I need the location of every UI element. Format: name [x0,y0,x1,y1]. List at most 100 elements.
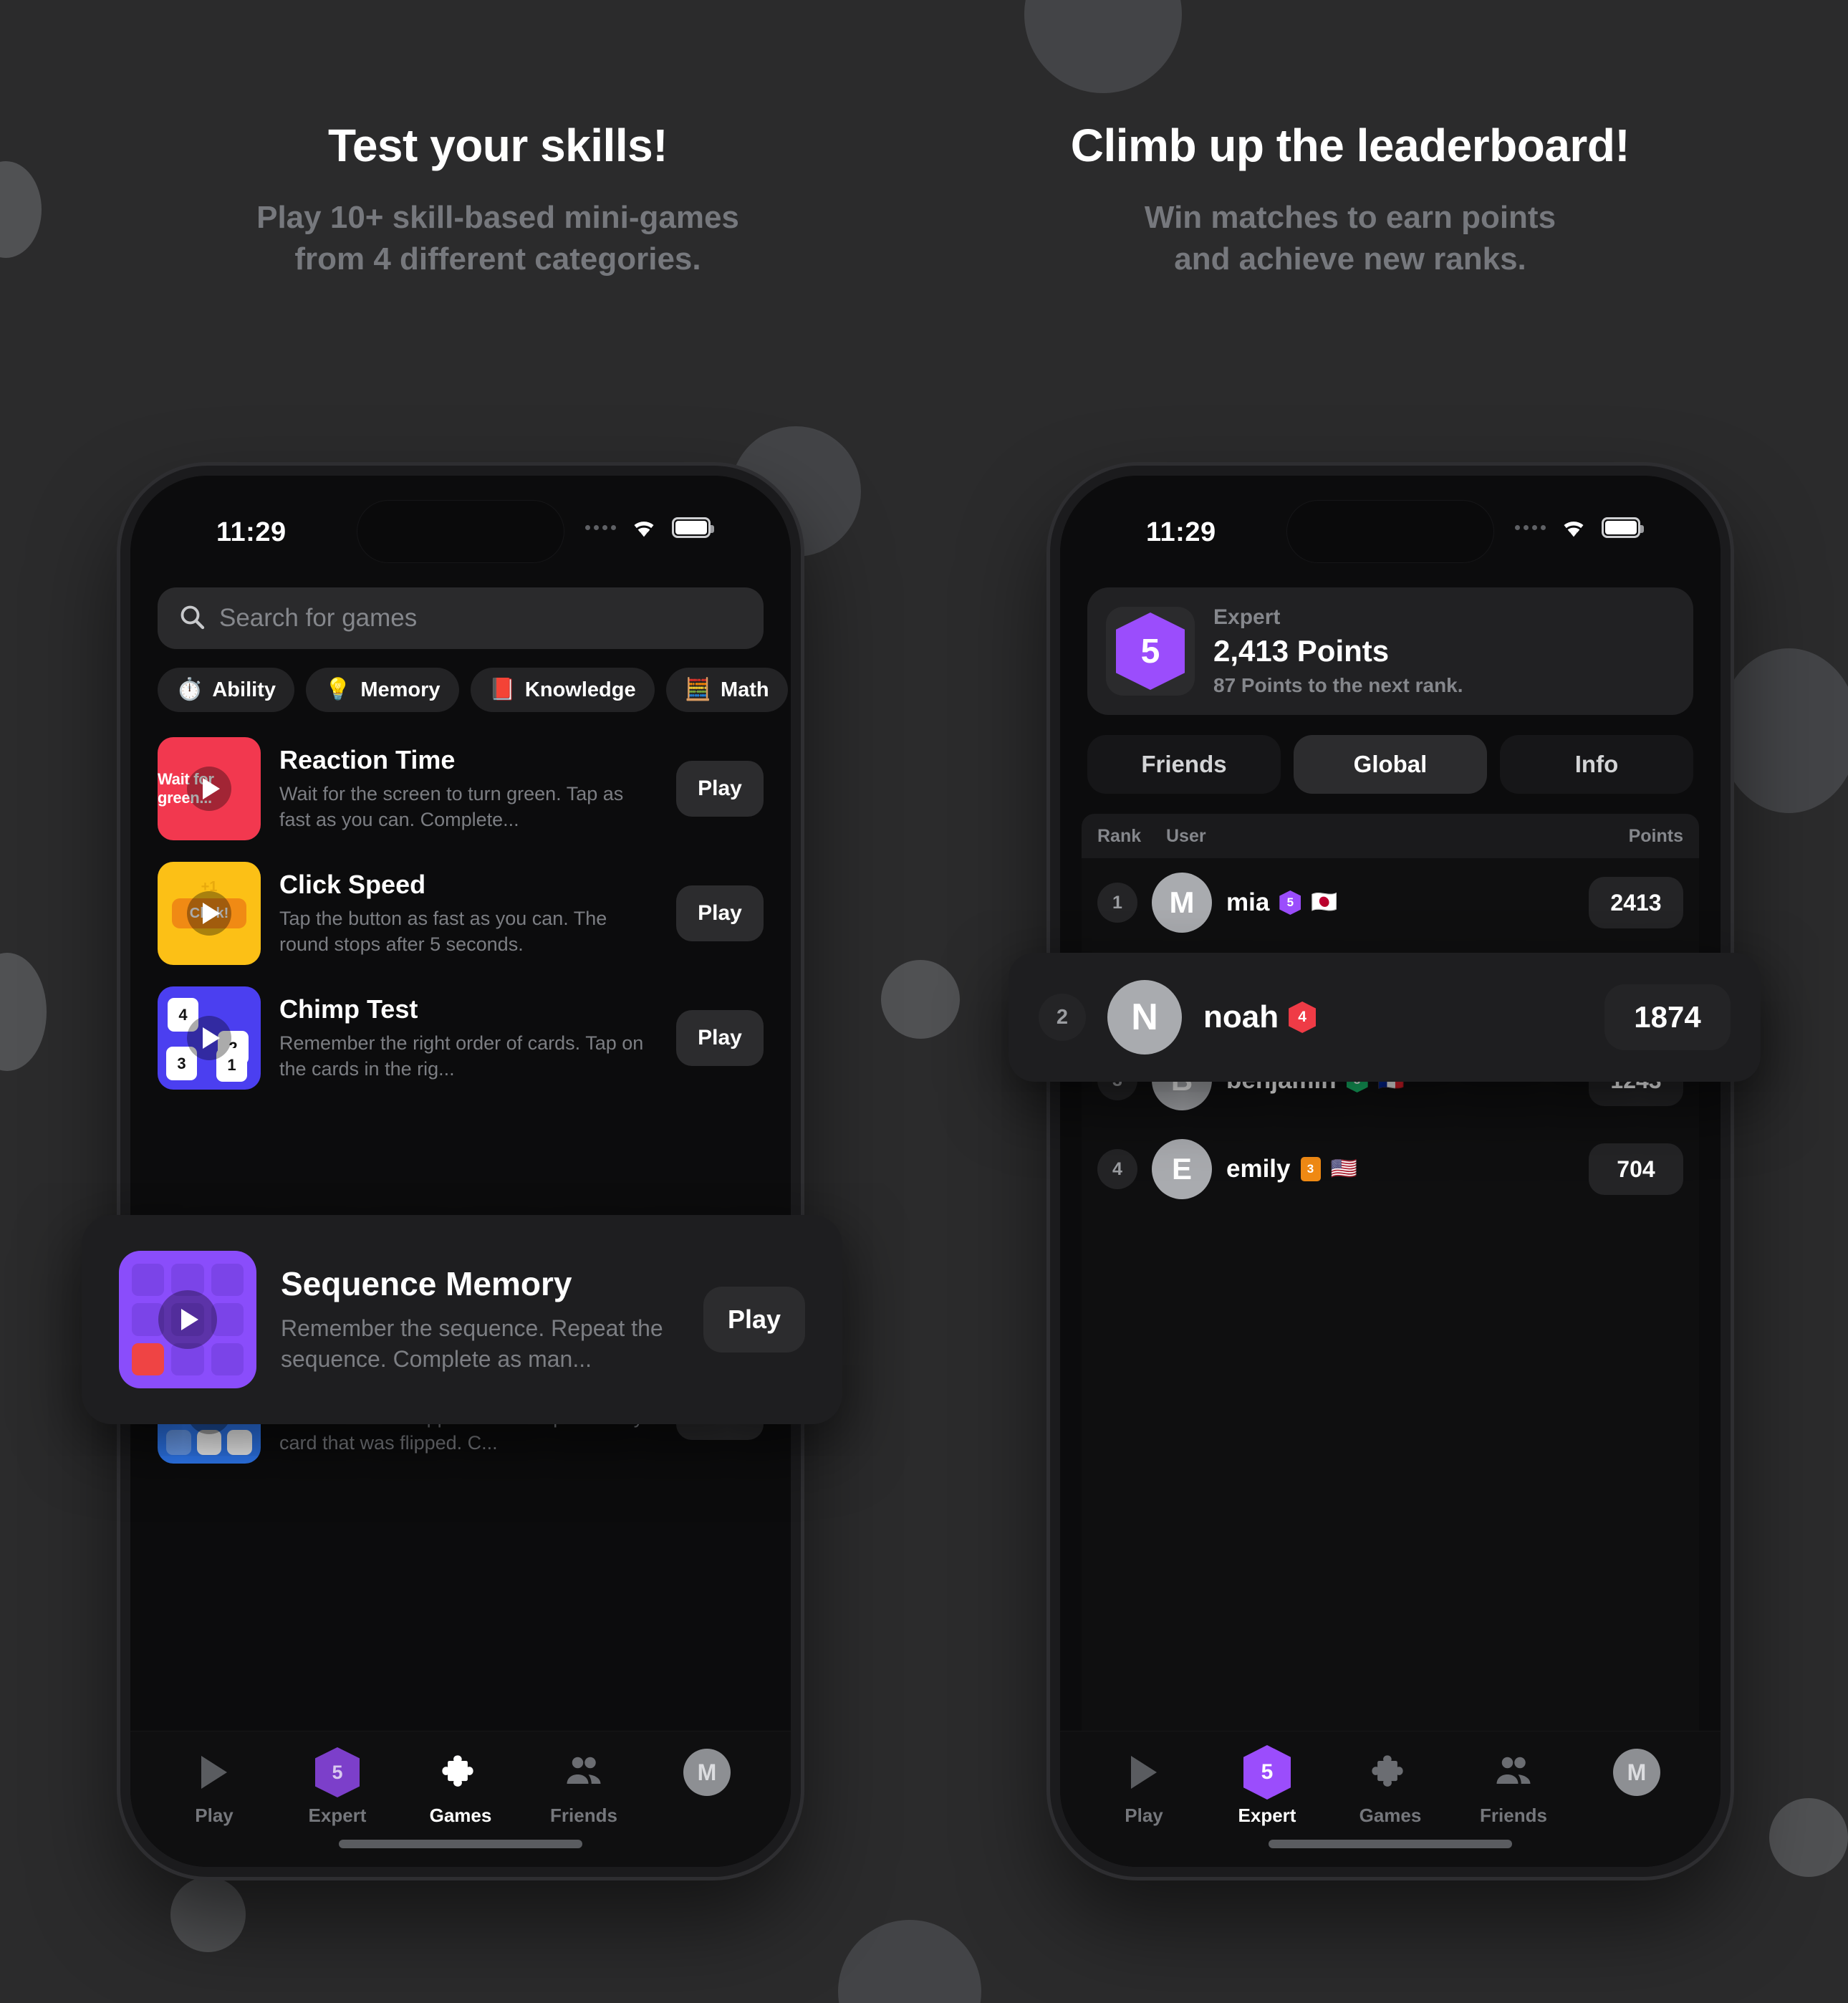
tab-info-scope[interactable]: Info [1500,735,1693,794]
row-rank: 1 [1097,883,1137,923]
tab-label: Expert [1238,1805,1296,1826]
games-screen: 11:29 Search for games ⏱️ Ability 💡 Memo… [130,476,791,1867]
tab-games[interactable]: Games [401,1750,520,1827]
category-chip-label: Memory [360,678,441,701]
play-triangle-icon [201,1750,227,1795]
search-placeholder: Search for games [219,604,418,632]
leaderboard-scope-tabs[interactable]: Friends Global Info [1060,715,1721,810]
category-chip-math[interactable]: 🧮 Math [665,668,788,712]
lightbulb-icon: 💡 [324,678,352,701]
bottom-tab-bar[interactable]: Play 5 Expert Games Friends M [130,1731,791,1867]
right-panel-heading-group: Climb up the leaderboard! Win matches to… [924,121,1776,280]
leaderboard-table-header: Rank User Points [1082,814,1699,858]
play-button[interactable]: Play [676,1010,764,1066]
column-header-rank: Rank [1097,825,1142,846]
search-input[interactable]: Search for games [158,587,764,649]
row-rank: 2 [1039,994,1086,1041]
left-panel-heading-group: Test your skills! Play 10+ skill-based m… [72,120,924,280]
rank-card[interactable]: 5 Expert 2,413 Points 87 Points to the n… [1087,587,1693,715]
rank-gem-number: 5 [1286,895,1294,909]
puzzle-piece-icon [440,1750,481,1795]
signal-dots-icon [1515,524,1546,530]
avatar: E [1152,1139,1212,1199]
tab-label: Play [195,1805,234,1826]
row-username: emily [1226,1155,1291,1183]
signal-dots-icon [585,524,616,530]
stopwatch-icon: ⏱️ [176,678,203,701]
home-indicator [1269,1840,1512,1848]
tab-label: Expert [308,1805,367,1826]
category-chip-ability[interactable]: ⏱️ Ability [158,668,294,712]
search-icon [178,602,206,635]
country-flag-icon: 🇺🇸 [1330,1157,1357,1181]
play-button[interactable]: Play [676,885,764,941]
category-chip-row[interactable]: ⏱️ Ability 💡 Memory 📕 Knowledge 🧮 Math [130,649,791,726]
rank-gem-number: 4 [1298,1009,1306,1025]
row-points: 1874 [1604,984,1731,1050]
tab-label: Games [1359,1805,1422,1826]
left-panel-subtitle: Play 10+ skill-based mini-games from 4 d… [72,197,924,280]
game-title: Sequence Memory [281,1265,572,1303]
status-bar: 11:29 [1060,476,1721,583]
tab-play[interactable]: Play [1084,1750,1203,1827]
category-chip-label: Knowledge [524,678,636,701]
tab-profile[interactable]: M [1577,1749,1696,1827]
game-description: Remember the sequence. Repeat the sequen… [281,1315,663,1372]
tab-profile[interactable]: M [648,1749,766,1827]
table-row[interactable]: 4 E emily 3 🇺🇸 704 [1082,1125,1699,1214]
play-overlay-icon [158,1290,217,1349]
bottom-tab-bar[interactable]: Play 5 Expert Games Friends M [1060,1731,1721,1867]
people-icon [562,1750,605,1795]
game-description: Wait for the screen to turn green. Tap a… [279,782,624,830]
row-user: emily 3 🇺🇸 [1226,1155,1574,1183]
play-button[interactable]: Play [703,1287,805,1353]
avatar: N [1107,980,1182,1055]
tab-expert[interactable]: 5 Expert [1208,1745,1327,1827]
game-title: Reaction Time [279,744,456,774]
game-description: Tap the button as fast as you can. The r… [279,907,607,955]
left-panel-title: Test your skills! [327,120,668,171]
avatar: M [683,1749,731,1796]
tab-expert[interactable]: 5 Expert [278,1747,397,1827]
rank-next-note: 87 Points to the next rank. [1213,674,1463,696]
tab-friends-scope[interactable]: Friends [1087,735,1281,794]
background-blob [170,1877,246,1952]
right-panel-subtitle-line2: and achieve new ranks. [1174,241,1526,277]
tab-games[interactable]: Games [1331,1750,1450,1827]
tab-global-scope[interactable]: Global [1294,735,1487,794]
status-indicators [1515,516,1644,539]
dynamic-island [1286,500,1494,563]
play-overlay-icon [187,891,231,936]
tab-friends[interactable]: Friends [524,1750,643,1827]
spotlight-sequence-memory[interactable]: Sequence Memory Remember the sequence. R… [82,1215,842,1424]
row-user: noah 4 [1203,999,1583,1035]
puzzle-piece-icon [1370,1750,1411,1795]
game-meta: Reaction Time Wait for the screen to tur… [279,745,658,832]
game-description: Remember the right order of cards. Tap o… [279,1032,644,1080]
table-row[interactable]: 1 M mia 5 🇯🇵 2413 [1082,858,1699,947]
rank-gem-number: 5 [1261,1760,1274,1784]
right-panel-subtitle: Win matches to earn points and achieve n… [924,197,1776,280]
rank-points: 2,413 Points [1213,634,1390,668]
phone-leaderboard: 11:29 5 Expert 2,413 Points 87 Points to… [1050,466,1731,1877]
status-indicators [585,516,714,539]
wifi-icon [628,516,660,539]
row-user: mia 5 🇯🇵 [1226,888,1574,917]
dynamic-island [357,500,564,563]
left-panel-subtitle-line2: from 4 different categories. [294,241,701,277]
category-chip-knowledge[interactable]: 📕 Knowledge [470,668,655,712]
abacus-icon: 🧮 [684,678,711,701]
game-list-item[interactable]: +1 Click! Click Speed Tap the button as … [130,851,791,976]
game-list-item[interactable]: 4 2 3 1 Chimp Test Remember the right or… [130,976,791,1100]
spotlight-leaderboard-row-noah[interactable]: 2 N noah 4 1874 [1009,953,1761,1082]
tab-label: Friends [1480,1805,1547,1826]
rank-gem-number: 5 [332,1761,343,1783]
tab-play[interactable]: Play [155,1750,274,1827]
tab-friends[interactable]: Friends [1454,1750,1573,1827]
category-chip-memory[interactable]: 💡 Memory [305,668,459,712]
rank-gem-number: 5 [1140,632,1160,671]
rank-details: Expert 2,413 Points 87 Points to the nex… [1213,605,1463,697]
game-thumbnail: Wait for green... [158,737,261,840]
game-list-item[interactable]: Wait for green... Reaction Time Wait for… [130,726,791,851]
play-button[interactable]: Play [676,761,764,817]
